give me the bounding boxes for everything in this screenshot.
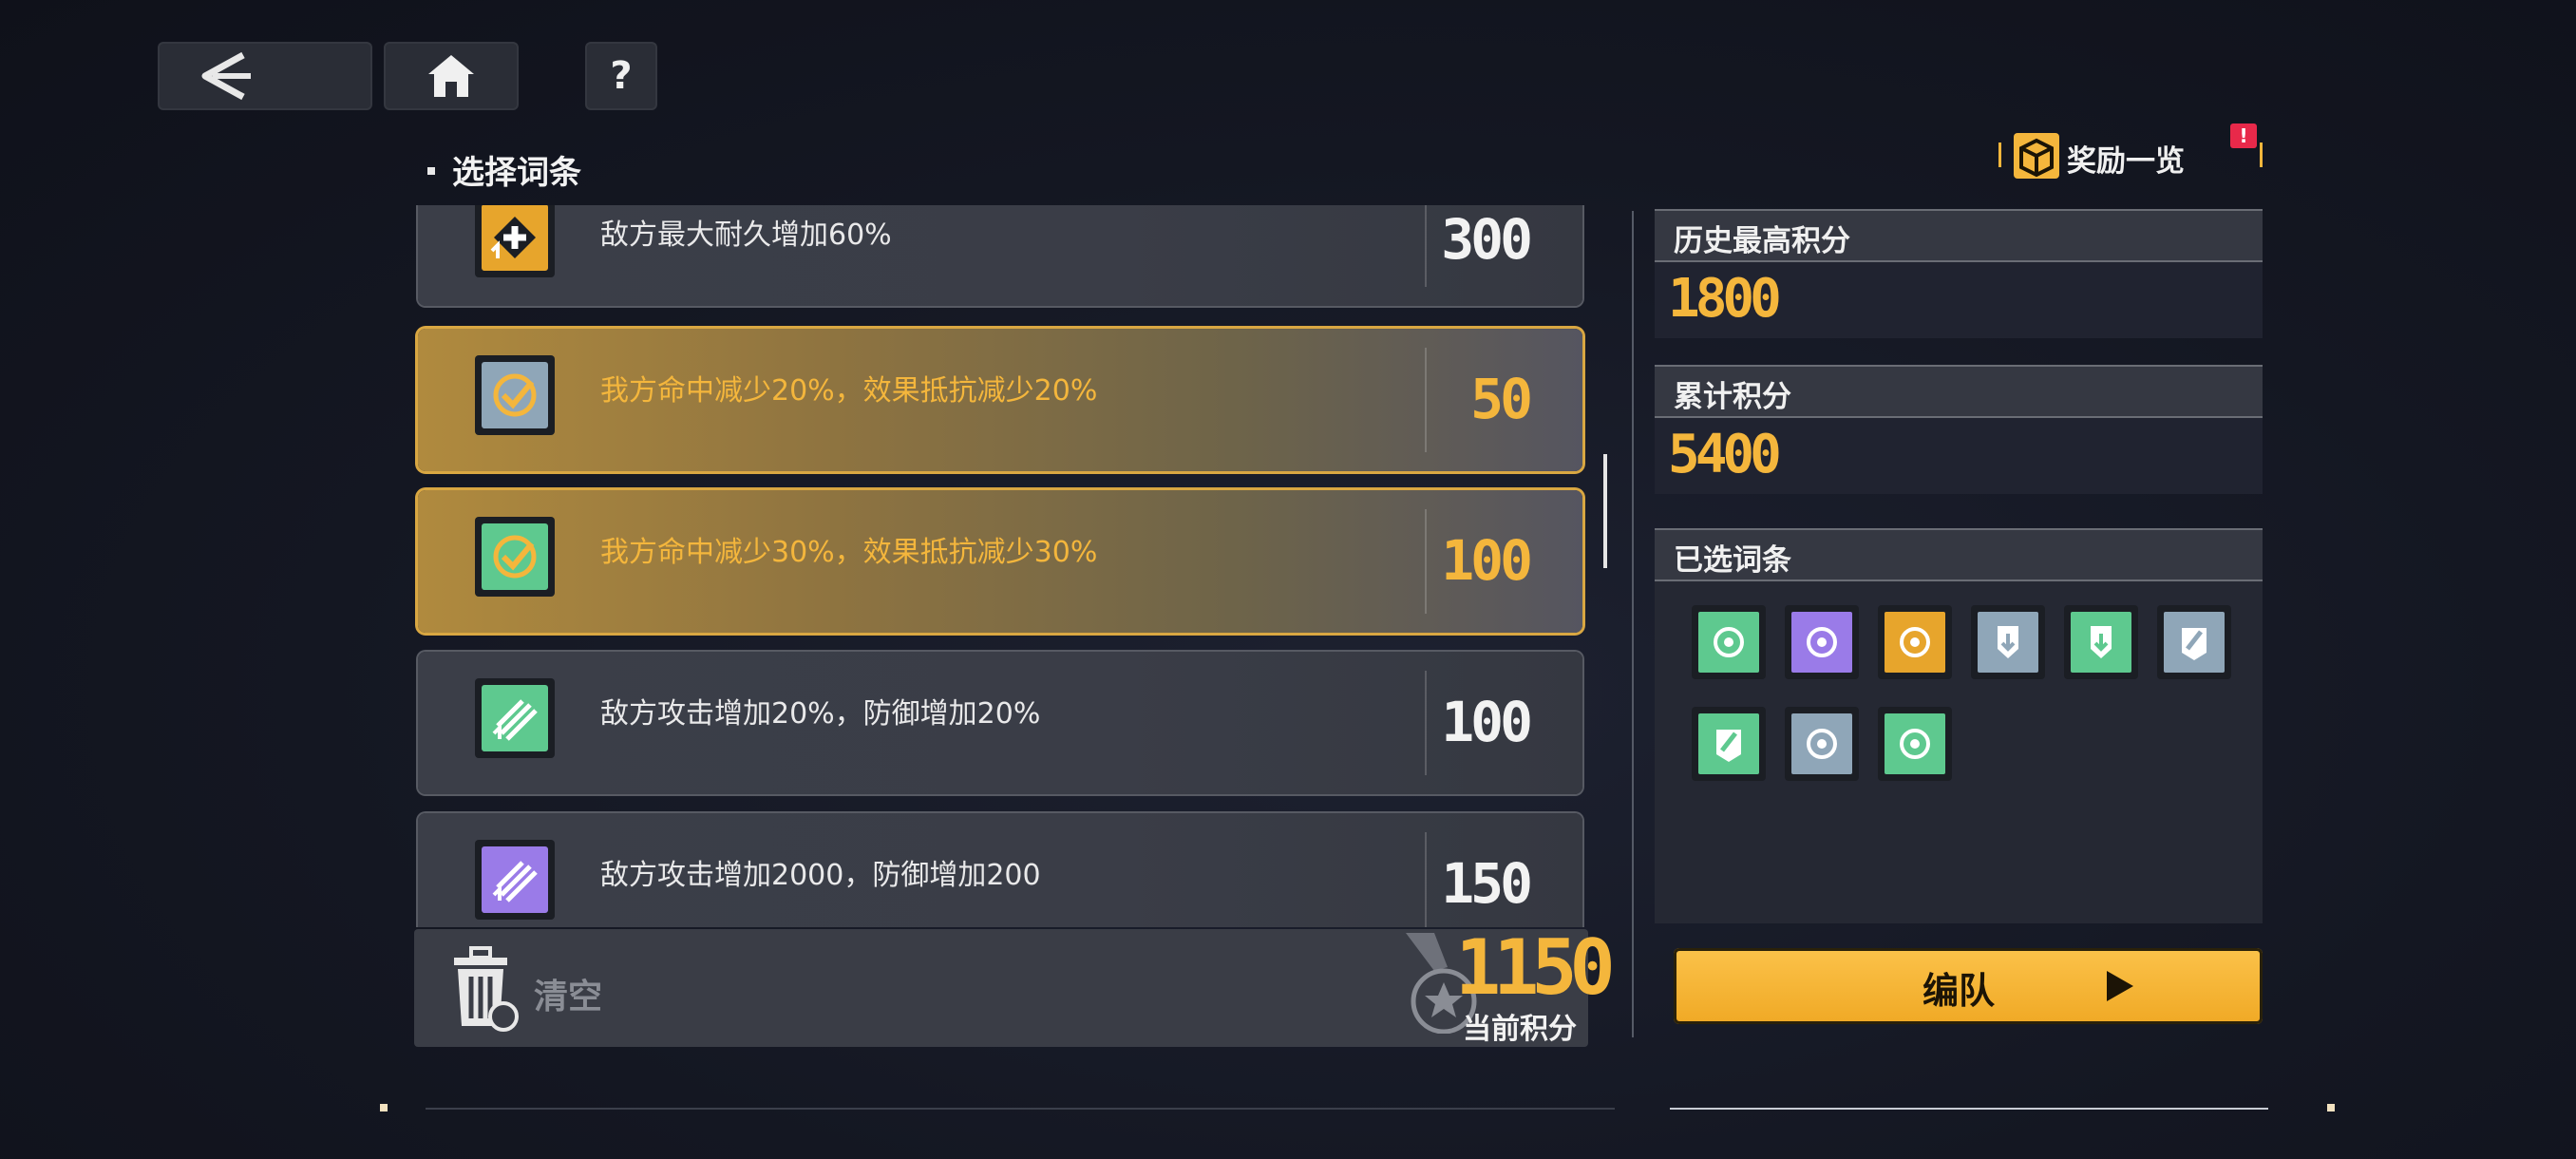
help-icon: ? <box>610 54 633 98</box>
accuracy-down-icon <box>475 517 555 597</box>
modifier-row[interactable]: 我方命中减少30%，效果抵抗减少30% 100 <box>418 490 1582 633</box>
modifier-text: 我方命中减少20%，效果抵抗减少20% <box>600 374 1098 408</box>
modifier-row[interactable]: 敌方攻击增加2000，防御增加200 150 <box>418 813 1582 927</box>
selected-modifier-chip[interactable] <box>1878 707 1952 781</box>
list-scroll-track <box>1632 211 1634 1037</box>
modifier-row[interactable]: 敌方攻击增加20%，防御增加20% 100 <box>418 652 1582 794</box>
selected-label: 已选词条 <box>1674 543 1791 578</box>
trash-icon <box>454 946 519 1032</box>
list-scrollbar[interactable] <box>1603 454 1607 568</box>
selected-modifier-chip[interactable] <box>1785 605 1859 679</box>
modifier-text: 敌方最大耐久增加60% <box>600 218 892 252</box>
reward-list-button[interactable]: 奖励一览 ! <box>1998 124 2263 184</box>
history-label: 历史最高积分 <box>1674 224 1850 258</box>
selected-header: 已选词条 <box>1655 528 2263 581</box>
reward-box-icon <box>2014 133 2059 179</box>
history-header: 历史最高积分 <box>1655 209 2263 262</box>
current-score: 1150 <box>1455 923 1616 1012</box>
modifier-row[interactable]: 敌方最大耐久增加60% 300 <box>418 205 1582 306</box>
modifier-points: 100 <box>1441 528 1533 593</box>
selected-modifier-chip[interactable] <box>1971 605 2045 679</box>
section-title: 选择词条 <box>452 154 581 192</box>
reward-label: 奖励一览 <box>2067 144 2185 179</box>
history-value-box: 1800 <box>1655 262 2263 338</box>
total-value-box: 5400 <box>1655 418 2263 494</box>
selected-modifier-chip[interactable] <box>1878 605 1952 679</box>
modifier-row[interactable]: 我方命中减少20%，效果抵抗减少20% 50 <box>418 329 1582 471</box>
notification-badge: ! <box>2230 124 2257 148</box>
help-button[interactable]: ? <box>585 42 657 110</box>
modifier-points: 100 <box>1441 690 1533 754</box>
selected-modifier-chip[interactable] <box>1785 707 1859 781</box>
selected-modifier-chip[interactable] <box>1692 707 1766 781</box>
team-formation-button[interactable]: 编队 <box>1674 948 2263 1024</box>
modifier-points: 50 <box>1470 367 1533 431</box>
total-label: 累计积分 <box>1674 380 1791 414</box>
bottom-divider-left <box>426 1108 1615 1110</box>
back-button[interactable] <box>158 42 372 110</box>
modifier-text: 敌方攻击增加2000，防御增加200 <box>600 859 1041 892</box>
home-button[interactable] <box>384 42 519 110</box>
total-header: 累计积分 <box>1655 365 2263 418</box>
current-score-label: 当前积分 <box>1463 1013 1577 1046</box>
modifier-points: 150 <box>1441 851 1533 916</box>
modifier-list[interactable]: 敌方最大耐久增加60% 300 我方命中减少20%，效果抵抗减少20% 50 我… <box>414 205 1588 927</box>
clear-label: 清空 <box>534 978 603 1016</box>
selected-modifier-chip[interactable] <box>2157 605 2231 679</box>
bottom-divider-right <box>1670 1108 2268 1110</box>
total-value: 5400 <box>1668 424 1782 485</box>
attack-up-icon <box>475 678 555 758</box>
modifier-points: 300 <box>1441 207 1533 272</box>
attack-up-icon <box>475 840 555 920</box>
modifier-text: 我方命中减少30%，效果抵抗减少30% <box>600 536 1098 569</box>
history-value: 1800 <box>1668 268 1782 330</box>
selected-modifier-chip[interactable] <box>1692 605 1766 679</box>
selected-modifier-chip[interactable] <box>2064 605 2138 679</box>
back-arrow-icon <box>201 51 251 101</box>
max-hp-up-icon <box>475 205 555 277</box>
accuracy-down-icon <box>475 355 555 435</box>
section-marker <box>427 167 435 175</box>
play-arrow-icon <box>2107 971 2133 1001</box>
home-icon <box>428 55 474 97</box>
team-label: 编队 <box>1923 970 1996 1012</box>
modifier-text: 敌方攻击增加20%，防御增加20% <box>600 697 1041 731</box>
